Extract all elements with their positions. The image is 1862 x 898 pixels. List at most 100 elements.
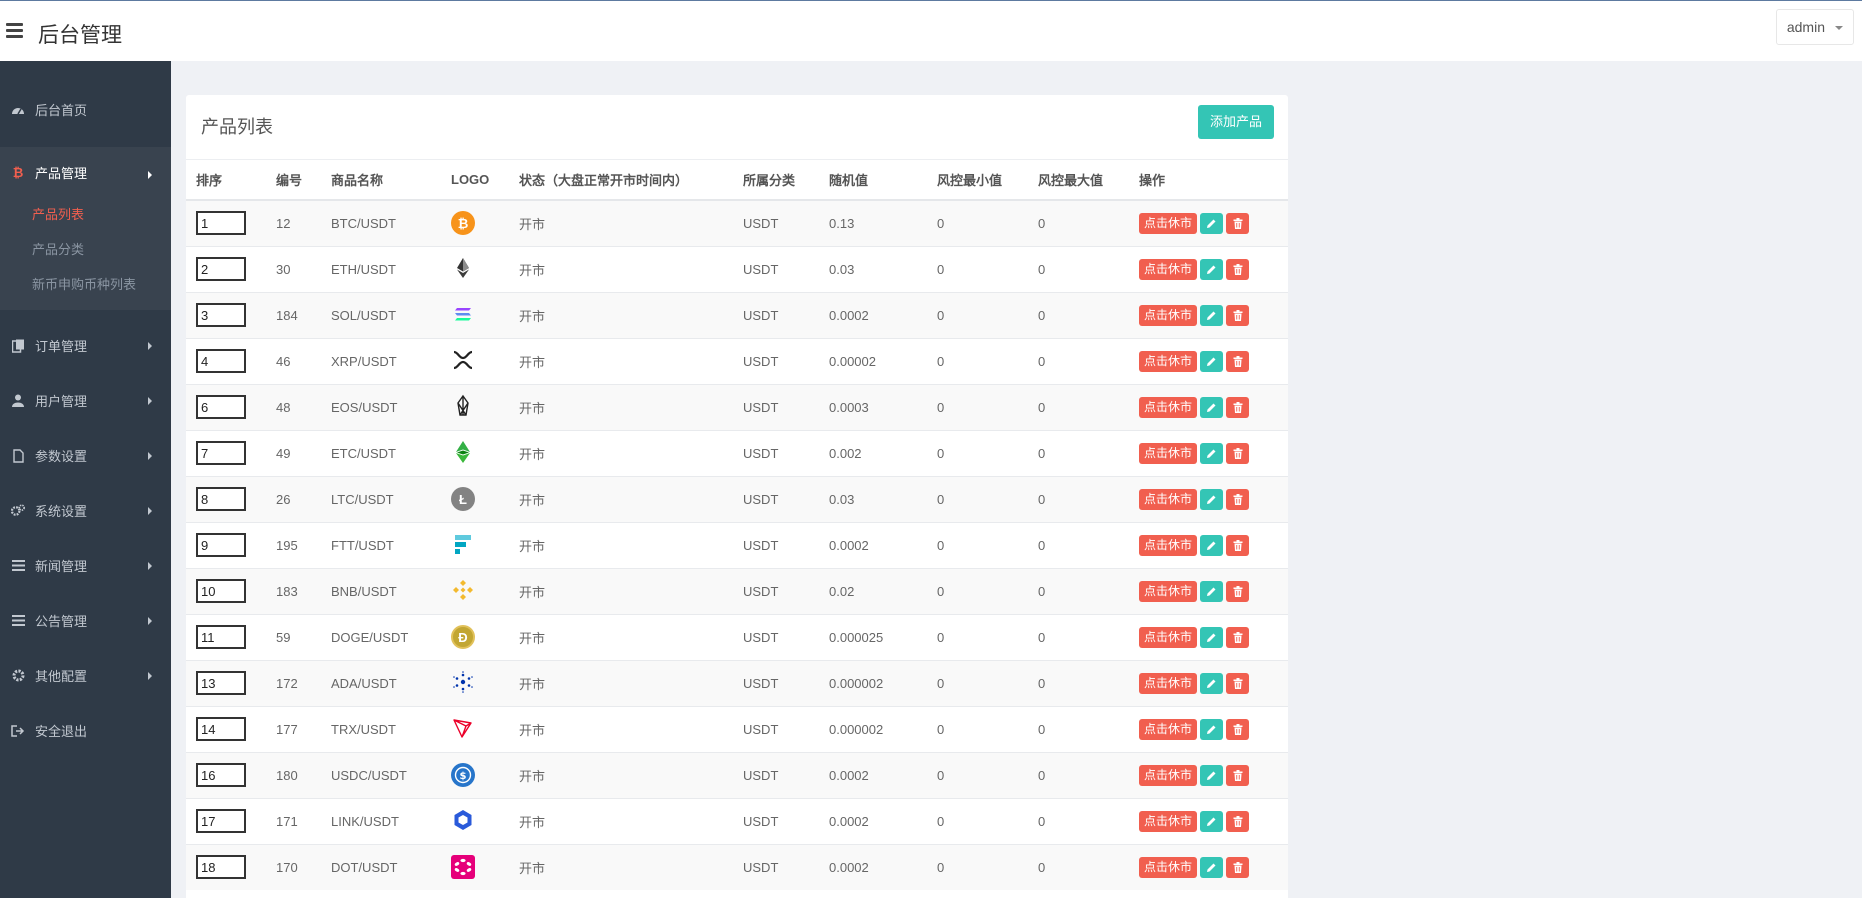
sort-input[interactable]	[196, 809, 246, 833]
sort-input[interactable]	[196, 533, 246, 557]
sort-cell	[186, 659, 266, 706]
sidebar-item-products[interactable]: ₿ 产品管理	[0, 147, 171, 197]
close-market-button[interactable]: 点击休市	[1139, 626, 1198, 648]
sort-input[interactable]	[196, 303, 246, 327]
close-market-button[interactable]: 点击休市	[1139, 856, 1198, 878]
chevron-right-icon	[148, 507, 152, 515]
delete-button[interactable]	[1226, 350, 1250, 372]
sidebar-subitem-product-list[interactable]: 产品列表	[0, 197, 171, 232]
edit-button[interactable]	[1200, 580, 1224, 602]
close-market-button[interactable]: 点击休市	[1139, 764, 1198, 786]
sidebar-item-orders[interactable]: 订单管理	[0, 318, 171, 373]
sort-input[interactable]	[196, 487, 246, 511]
sort-input[interactable]	[196, 395, 246, 419]
edit-button[interactable]	[1200, 856, 1224, 878]
edit-button[interactable]	[1200, 534, 1224, 556]
close-market-button[interactable]: 点击休市	[1139, 580, 1198, 602]
delete-button[interactable]	[1226, 580, 1250, 602]
trash-icon	[1233, 447, 1243, 459]
edit-button[interactable]	[1200, 442, 1224, 464]
sort-input[interactable]	[196, 855, 246, 880]
sidebar: 后台首页 ₿ 产品管理 产品列表 产品分类 新币申购币种列表 订单管理 用户管理…	[0, 61, 171, 898]
sort-input[interactable]	[196, 349, 246, 373]
sort-input[interactable]	[196, 763, 246, 787]
edit-button[interactable]	[1200, 718, 1224, 740]
close-market-button[interactable]: 点击休市	[1139, 718, 1198, 740]
sort-input[interactable]	[196, 625, 246, 649]
edit-button[interactable]	[1200, 764, 1224, 786]
sidebar-item-notices[interactable]: 公告管理	[0, 593, 171, 648]
delete-button[interactable]	[1226, 856, 1250, 878]
sidebar-item-params[interactable]: 参数设置	[0, 428, 171, 483]
sort-input[interactable]	[196, 257, 246, 281]
chevron-right-icon	[148, 397, 152, 405]
delete-button[interactable]	[1226, 764, 1250, 786]
sidebar-item-system[interactable]: 系统设置	[0, 483, 171, 538]
sort-input[interactable]	[196, 441, 246, 465]
edit-button[interactable]	[1200, 810, 1224, 832]
sidebar-subitem-new-coin-list[interactable]: 新币申购币种列表	[0, 267, 171, 302]
logo-cell: Ł	[441, 475, 509, 522]
close-market-button[interactable]: 点击休市	[1139, 304, 1198, 326]
sort-input[interactable]	[196, 211, 246, 236]
close-market-button[interactable]: 点击休市	[1139, 672, 1198, 694]
edit-button[interactable]	[1200, 488, 1224, 510]
status-cell: 开市	[509, 705, 733, 752]
edit-button[interactable]	[1200, 350, 1224, 372]
delete-button[interactable]	[1226, 718, 1250, 740]
logo-cell: Ð	[441, 613, 509, 660]
column-header: LOGO	[441, 160, 509, 201]
risk-min-cell: 0	[927, 797, 1028, 844]
delete-button[interactable]	[1226, 396, 1250, 418]
delete-button[interactable]	[1226, 488, 1250, 510]
delete-button[interactable]	[1226, 534, 1250, 556]
table-row: 49ETC/USDT开市USDT0.00200点击休市	[186, 429, 1288, 476]
category-cell: USDT	[733, 843, 819, 890]
close-market-button[interactable]: 点击休市	[1139, 488, 1198, 510]
close-market-button[interactable]: 点击休市	[1139, 212, 1198, 234]
sort-input[interactable]	[196, 717, 246, 741]
edit-button[interactable]	[1200, 626, 1224, 648]
edit-button[interactable]	[1200, 258, 1224, 280]
sort-cell	[186, 567, 266, 614]
close-market-button[interactable]: 点击休市	[1139, 258, 1198, 280]
id-cell: 30	[266, 245, 321, 292]
sort-cell	[186, 337, 266, 384]
sidebar-group-products: ₿ 产品管理 产品列表 产品分类 新币申购币种列表	[0, 147, 171, 310]
delete-button[interactable]	[1226, 626, 1250, 648]
delete-button[interactable]	[1226, 304, 1250, 326]
user-menu-button[interactable]: admin	[1775, 9, 1854, 45]
sidebar-item-users[interactable]: 用户管理	[0, 373, 171, 428]
close-market-button[interactable]: 点击休市	[1139, 442, 1198, 464]
sidebar-subitem-product-category[interactable]: 产品分类	[0, 232, 171, 267]
edit-button[interactable]	[1200, 304, 1224, 326]
delete-button[interactable]	[1226, 258, 1250, 280]
risk-min-cell: 0	[927, 751, 1028, 798]
add-product-button[interactable]: 添加产品	[1197, 105, 1274, 139]
close-market-button[interactable]: 点击休市	[1139, 350, 1198, 372]
sidebar-item-news[interactable]: 新闻管理	[0, 538, 171, 593]
close-market-button[interactable]: 点击休市	[1139, 534, 1198, 556]
delete-button[interactable]	[1226, 810, 1250, 832]
delete-button[interactable]	[1226, 442, 1250, 464]
etc-logo-icon	[451, 440, 475, 464]
edit-button[interactable]	[1200, 672, 1224, 694]
product-name-cell: ETH/USDT	[321, 245, 441, 292]
edit-button[interactable]	[1200, 396, 1224, 418]
logo-cell	[441, 797, 509, 844]
sort-input[interactable]	[196, 579, 246, 603]
sidebar-item-other-config[interactable]: 其他配置	[0, 648, 171, 703]
sort-input[interactable]	[196, 671, 246, 695]
logo-cell	[441, 291, 509, 338]
sidebar-item-label: 后台首页	[35, 103, 88, 118]
sidebar-item-logout[interactable]: 安全退出	[0, 703, 171, 758]
sidebar-item-home[interactable]: 后台首页	[0, 82, 171, 137]
random-value-cell: 0.03	[819, 475, 927, 522]
delete-button[interactable]	[1226, 672, 1250, 694]
menu-toggle-icon[interactable]	[6, 23, 23, 38]
edit-button[interactable]	[1200, 212, 1224, 234]
trx-logo-icon	[451, 716, 475, 740]
close-market-button[interactable]: 点击休市	[1139, 810, 1198, 832]
close-market-button[interactable]: 点击休市	[1139, 396, 1198, 418]
delete-button[interactable]	[1226, 212, 1250, 234]
